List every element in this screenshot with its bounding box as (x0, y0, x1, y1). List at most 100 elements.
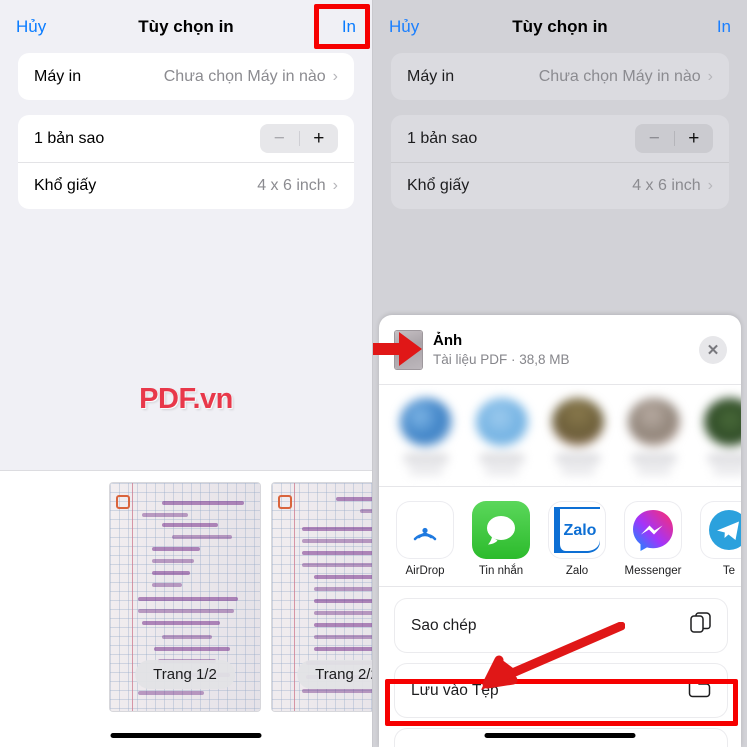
share-action-partial-card: Gửi thư thoại đến tôi (395, 729, 727, 747)
notebook-stamp-icon (278, 495, 292, 509)
printer-label: Máy in (34, 67, 82, 85)
copies-stepper[interactable]: − + (260, 124, 338, 153)
print-settings-card: 1 bản sao − + Khổ giấy 4 x 6 inch › (391, 115, 729, 209)
paper-size-value: 4 x 6 inch (257, 177, 326, 194)
notebook-stamp-icon (116, 495, 130, 509)
page-title: Tùy chọn in (512, 16, 608, 36)
home-indicator (484, 733, 636, 738)
increment-button[interactable]: + (675, 129, 714, 148)
cancel-button[interactable]: Hủy (389, 17, 419, 37)
airdrop-icon (396, 501, 454, 559)
page-thumbnails: Trang 1/2 Trang 2/ (0, 471, 372, 711)
telegram-icon (700, 501, 741, 559)
share-app-label: Messenger (624, 565, 682, 577)
share-apps-row: AirDrop Tin nhắn Zalo Zalo Messenger Te (379, 487, 741, 587)
dual-screenshot-container: Hủy Tùy chọn in In Máy in Chưa chọn Máy … (0, 0, 747, 747)
zalo-icon: Zalo (548, 501, 606, 559)
avatar (704, 398, 741, 447)
share-action-copy-card: Sao chép (395, 599, 727, 652)
copy-icon (690, 612, 711, 639)
left-screen-print-options: Hủy Tùy chọn in In Máy in Chưa chọn Máy … (0, 0, 373, 747)
printer-label: Máy in (407, 67, 455, 85)
share-app-messages[interactable]: Tin nhắn (471, 501, 531, 577)
action-label: Lưu vào Tệp (411, 681, 499, 699)
paper-size-row[interactable]: Khổ giấy 4 x 6 inch › (391, 162, 729, 209)
printer-card: Máy in Chưa chọn Máy in nào › (391, 53, 729, 100)
action-partial[interactable]: Gửi thư thoại đến tôi (395, 729, 727, 747)
chevron-right-icon: › (707, 67, 713, 85)
action-copy[interactable]: Sao chép (395, 599, 727, 652)
share-app-telegram[interactable]: Te (699, 501, 741, 577)
print-preview-area: Trang 1/2 Trang 2/ (0, 470, 372, 747)
avatar (628, 398, 680, 447)
chevron-right-icon: › (332, 177, 338, 194)
paper-size-row[interactable]: Khổ giấy 4 x 6 inch › (18, 162, 354, 209)
margin-line (294, 483, 295, 711)
avatar (552, 398, 604, 447)
right-screen-share-sheet: Hủy Tùy chọn in In Máy in Chưa chọn Máy … (373, 0, 747, 747)
copies-stepper[interactable]: − + (635, 124, 713, 153)
action-save-to-files[interactable]: Lưu vào Tệp (395, 664, 727, 717)
svg-text:Zalo: Zalo (564, 522, 597, 539)
copies-label: 1 bản sao (407, 129, 478, 147)
avatar (400, 398, 452, 447)
share-app-zalo[interactable]: Zalo Zalo (547, 501, 607, 577)
page-label: Trang 2/2 (297, 660, 372, 689)
document-subtitle: Tài liệu PDF · 38,8 MB (433, 352, 570, 368)
paper-size-label: Khổ giấy (34, 177, 97, 194)
share-sheet-header: Ảnh Tài liệu PDF · 38,8 MB ✕ (379, 315, 741, 385)
copies-row: 1 bản sao − + (18, 115, 354, 162)
contact-suggestion[interactable] (699, 398, 741, 474)
avatar (476, 398, 528, 447)
cancel-button[interactable]: Hủy (16, 17, 46, 37)
document-title: Ảnh (433, 331, 463, 349)
action-label: Sao chép (411, 616, 477, 634)
chevron-right-icon: › (332, 67, 338, 85)
margin-line (132, 483, 133, 711)
watermark: PDF.vn (139, 383, 233, 415)
left-nav-bar: Hủy Tùy chọn in In (0, 0, 372, 53)
printer-row[interactable]: Máy in Chưa chọn Máy in nào › (391, 53, 729, 100)
contact-suggestion[interactable] (471, 398, 533, 474)
printer-card: Máy in Chưa chọn Máy in nào › (18, 53, 354, 100)
folder-icon (688, 679, 711, 703)
share-sheet: Ảnh Tài liệu PDF · 38,8 MB ✕ AirDrop Tin… (379, 315, 741, 747)
printer-row[interactable]: Máy in Chưa chọn Máy in nào › (18, 53, 354, 100)
paper-size-label: Khổ giấy (407, 177, 470, 194)
printer-value: Chưa chọn Máy in nào (538, 67, 701, 85)
copies-row: 1 bản sao − + (391, 115, 729, 162)
contact-suggestion[interactable] (395, 398, 457, 474)
decrement-button[interactable]: − (260, 129, 299, 148)
copies-label: 1 bản sao (34, 129, 105, 147)
share-app-label: Te (722, 565, 736, 577)
increment-button[interactable]: + (300, 129, 339, 148)
share-app-messenger[interactable]: Messenger (623, 501, 683, 577)
print-settings-card: 1 bản sao − + Khổ giấy 4 x 6 inch › (18, 115, 354, 209)
printer-value: Chưa chọn Máy in nào (163, 67, 326, 85)
right-nav-bar: Hủy Tùy chọn in In (373, 0, 747, 53)
page-thumbnail[interactable]: Trang 2/2 (272, 483, 372, 711)
share-app-label: AirDrop (405, 565, 445, 577)
share-action-save-card: Lưu vào Tệp (395, 664, 727, 717)
home-indicator (110, 733, 262, 738)
contact-suggestion[interactable] (623, 398, 685, 474)
messenger-icon (624, 501, 682, 559)
page-title: Tùy chọn in (138, 16, 234, 36)
print-button[interactable]: In (342, 17, 356, 37)
print-button[interactable]: In (717, 17, 731, 37)
page-label: Trang 1/2 (135, 660, 235, 689)
document-meta: Ảnh Tài liệu PDF · 38,8 MB (433, 332, 570, 368)
close-icon[interactable]: ✕ (699, 335, 727, 364)
messages-icon (472, 501, 530, 559)
contact-suggestions-row (379, 385, 741, 487)
share-app-airdrop[interactable]: AirDrop (395, 501, 455, 577)
chevron-right-icon: › (707, 177, 713, 194)
document-thumbnail (395, 330, 422, 369)
page-thumbnail[interactable]: Trang 1/2 (110, 483, 260, 711)
paper-size-value: 4 x 6 inch (632, 177, 701, 194)
decrement-button[interactable]: − (635, 129, 674, 148)
contact-suggestion[interactable] (547, 398, 609, 474)
share-app-label: Tin nhắn (478, 565, 524, 577)
